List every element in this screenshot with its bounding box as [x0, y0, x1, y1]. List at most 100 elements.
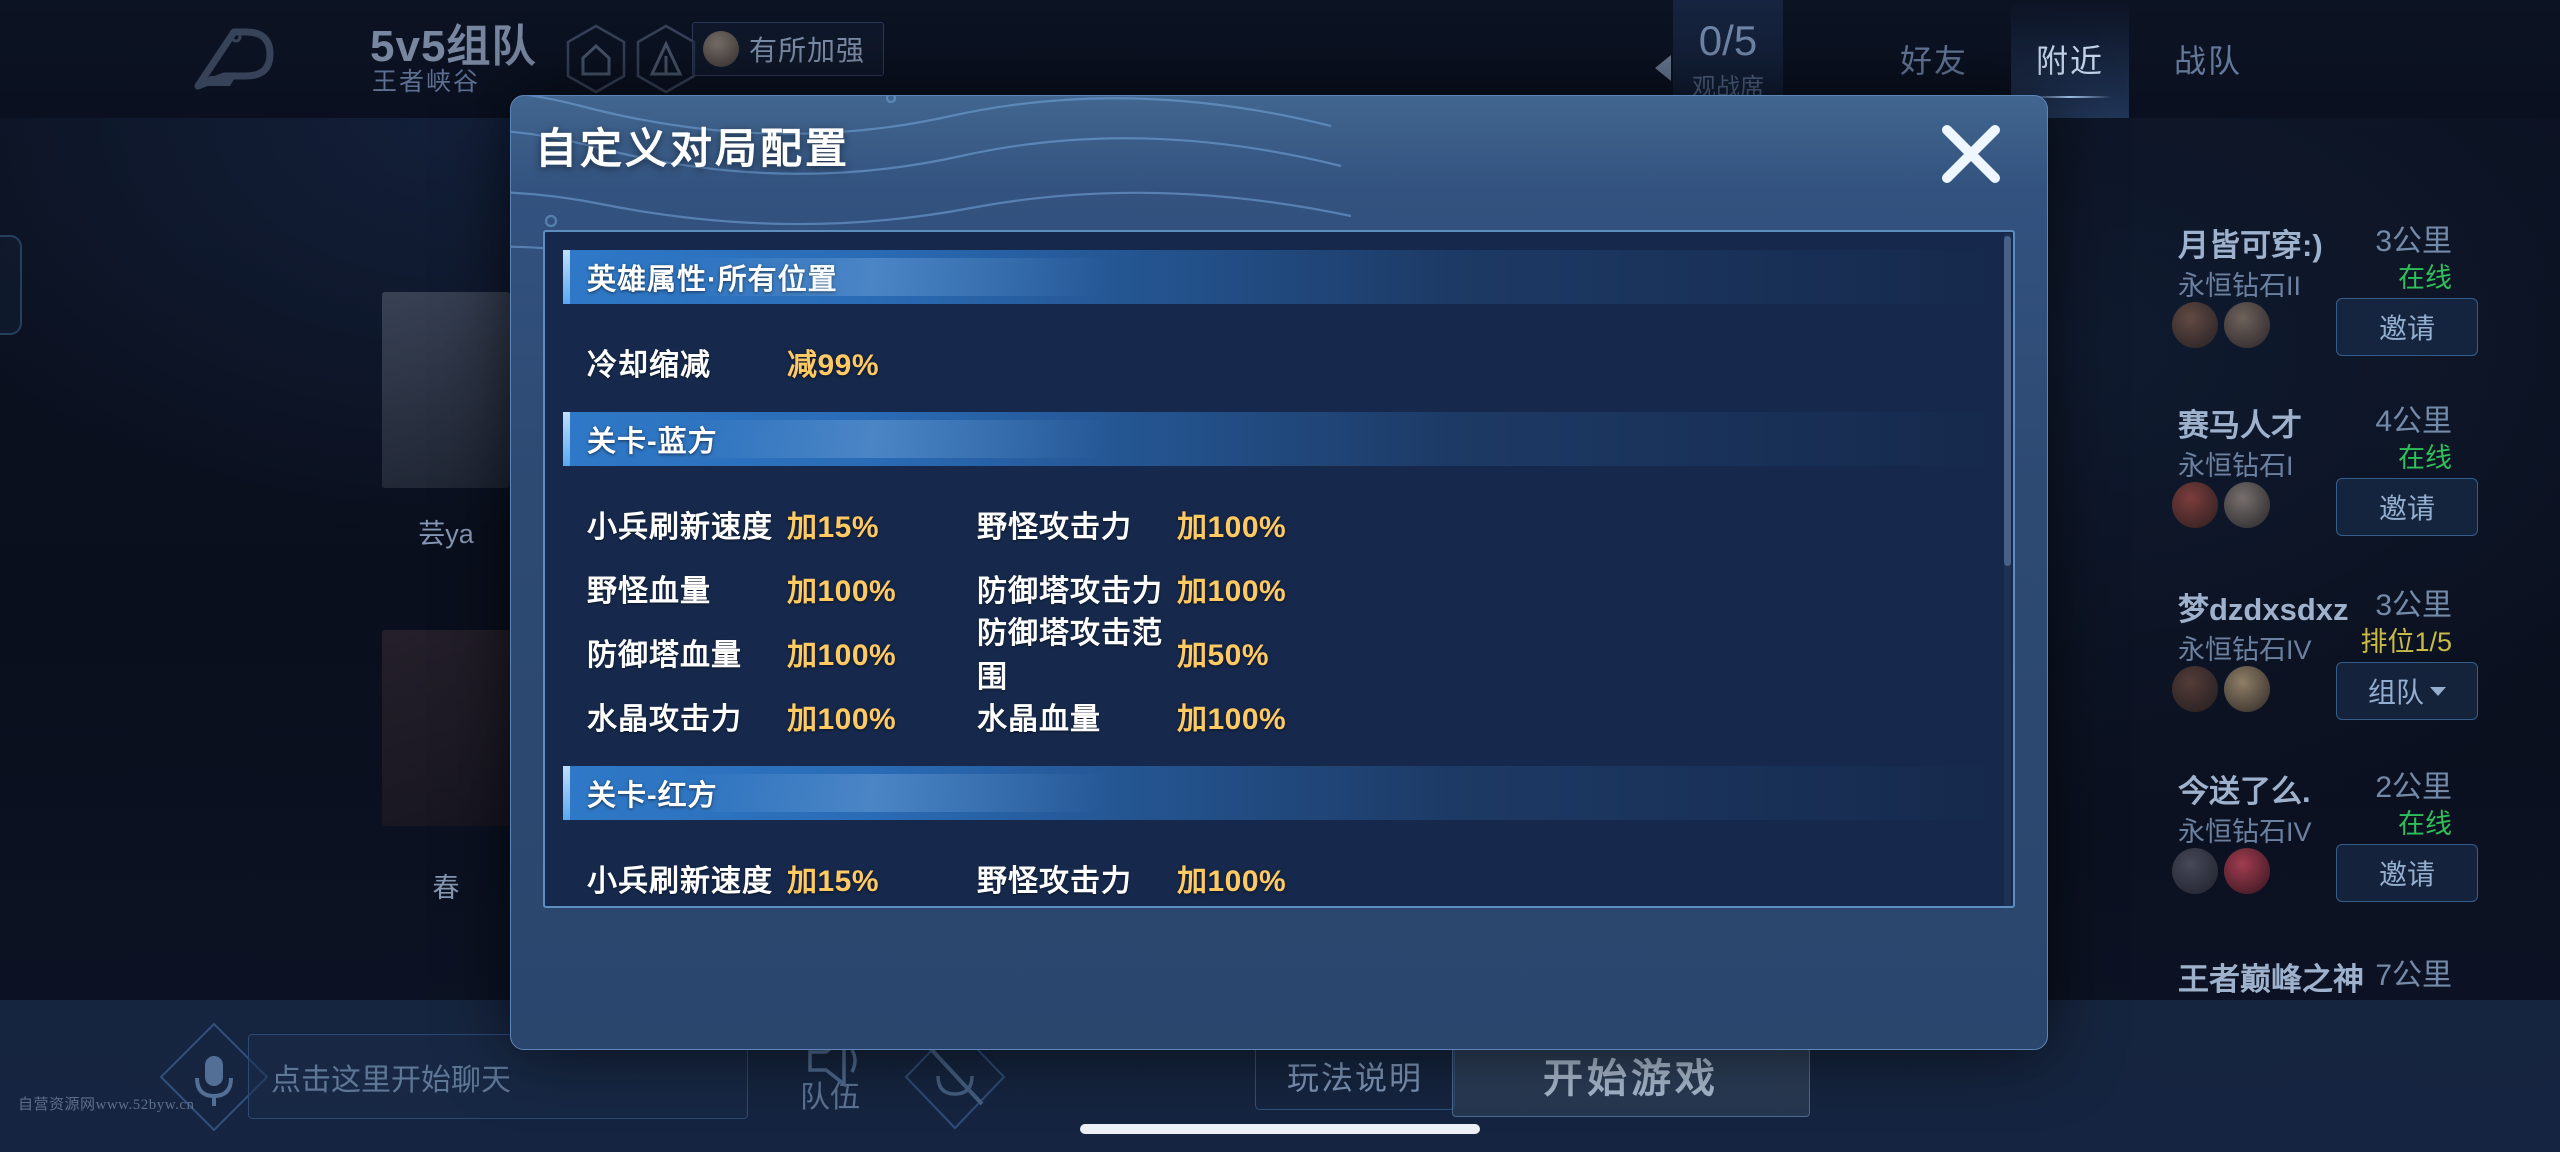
status-badge: 在线	[2398, 263, 2452, 293]
friend-distance: 3公里	[2375, 589, 2452, 622]
attribute-value: 加15%	[787, 865, 880, 898]
section-header-red-side: 关卡-红方	[563, 766, 1995, 820]
attribute-value: 加100%	[787, 575, 897, 608]
attribute-cell: 小兵刷新速度 加15%	[587, 856, 977, 900]
invite-button[interactable]: 邀请	[2336, 844, 2478, 902]
hero-card-name: 春	[432, 873, 460, 903]
attribute-cell: 防御塔攻击范围 加50%	[977, 608, 1269, 696]
friend-distance: 4公里	[2375, 405, 2452, 438]
app-root: 5v5组队 王者峡谷 有所加强 0/5 观战席 好友 附近 战队 芸ya 春 月…	[0, 0, 2560, 1152]
friend-hero-avatars	[2172, 302, 2270, 348]
table-row: 防御塔血量 加100% 防御塔攻击范围 加50%	[545, 617, 2013, 694]
attribute-value: 加100%	[787, 639, 897, 672]
attribute-key: 野怪攻击力	[977, 511, 1132, 544]
buff-avatar	[703, 31, 739, 67]
friend-name: 梦dzdxsdxz	[2178, 592, 2349, 627]
attribute-grid: 冷却缩减 减99%	[545, 304, 2013, 412]
attribute-key: 小兵刷新速度	[587, 511, 773, 544]
invite-button-label: 邀请	[2378, 313, 2435, 344]
friend-rank: 永恒钻石IV	[2178, 635, 2312, 665]
hero-card-name: 芸ya	[418, 519, 474, 549]
shine-decoration	[683, 774, 1103, 812]
attribute-value: 加100%	[1177, 703, 1287, 736]
buff-chip[interactable]: 有所加强	[692, 22, 885, 76]
attribute-cell: 水晶血量 加100%	[977, 694, 1286, 738]
shine-decoration	[683, 420, 1103, 458]
attribute-value: 减99%	[787, 349, 880, 382]
attribute-key: 防御塔攻击范围	[977, 617, 1163, 694]
scrollbar-thumb[interactable]	[2004, 236, 2011, 566]
table-row: 小兵刷新速度 加15% 野怪攻击力 加100%	[545, 492, 2013, 556]
slot-count: 0/5	[1698, 16, 1758, 64]
friend-hero-avatars	[2172, 666, 2270, 712]
hero-card[interactable]	[382, 630, 510, 826]
attribute-key: 冷却缩减	[587, 349, 711, 382]
mode-subtitle: 王者峡谷	[372, 68, 481, 96]
chevron-down-icon	[2430, 686, 2446, 696]
attribute-grid: 小兵刷新速度 加15% 野怪攻击力 加100% 野怪血量 加100% 防御塔攻击…	[545, 466, 2013, 766]
status-badge: 在线	[2398, 809, 2452, 839]
friend-distance: 7公里	[2375, 959, 2452, 992]
section-header-hero-attributes: 英雄属性·所有位置	[563, 250, 1995, 304]
friend-hero-avatars	[2172, 482, 2270, 528]
table-row: 野怪血量 加100% 防御塔攻击力 加100%	[545, 556, 2013, 620]
invite-button-label: 邀请	[2378, 493, 2435, 524]
friend-name: 赛马人才	[2178, 408, 2302, 443]
attribute-value: 加100%	[787, 703, 897, 736]
join-team-button[interactable]: 组队	[2336, 662, 2478, 720]
how-to-play-label: 玩法说明	[1286, 1060, 1423, 1096]
friend-name: 月皆可穿:)	[2178, 228, 2323, 263]
invite-button[interactable]: 邀请	[2336, 478, 2478, 536]
dialog-title: 自定义对局配置	[535, 125, 851, 172]
attribute-value: 加100%	[1177, 575, 1287, 608]
friend-distance: 2公里	[2375, 771, 2452, 804]
attribute-key: 水晶攻击力	[587, 703, 742, 736]
attribute-key: 野怪攻击力	[977, 865, 1132, 898]
close-icon[interactable]	[1935, 118, 2007, 190]
config-scroll-panel[interactable]: 英雄属性·所有位置 冷却缩减 减99% 关卡-蓝方 小兵刷新速度 加15% 野怪…	[543, 230, 2015, 908]
watermark: 自营资源网www.52byw.cn	[18, 1097, 195, 1113]
attribute-cell: 野怪血量 加100%	[587, 566, 977, 610]
join-team-button-label: 组队	[2367, 677, 2424, 708]
attribute-cell: 小兵刷新速度 加15%	[587, 502, 977, 546]
table-row: 冷却缩减 减99%	[545, 330, 2013, 394]
tent-icon[interactable]	[635, 24, 697, 94]
attribute-cell: 野怪攻击力 加100%	[977, 856, 1286, 900]
friend-rank: 永恒钻石IV	[2178, 817, 2312, 847]
attribute-key: 防御塔攻击力	[977, 575, 1163, 608]
back-arrow-icon[interactable]	[1655, 55, 1671, 81]
attribute-key: 小兵刷新速度	[587, 865, 773, 898]
friend-name: 王者巅峰之神	[2178, 962, 2364, 997]
tab-clan[interactable]: 战队	[2149, 0, 2267, 118]
hero-card[interactable]	[382, 292, 510, 488]
chat-input-placeholder: 点击这里开始聊天	[271, 1063, 511, 1097]
section-title: 关卡-蓝方	[587, 426, 718, 458]
attribute-value: 加50%	[1177, 639, 1270, 672]
attribute-cell: 水晶攻击力 加100%	[587, 694, 977, 738]
invite-button[interactable]: 邀请	[2336, 298, 2478, 356]
friend-name: 今送了么.	[2178, 774, 2311, 809]
attribute-value: 加15%	[787, 511, 880, 544]
invite-button-label: 邀请	[2378, 859, 2435, 890]
attribute-cell: 防御塔攻击力 加100%	[977, 566, 1286, 610]
table-row: 水晶攻击力 加100% 水晶血量 加100%	[545, 684, 2013, 748]
start-game-label: 开始游戏	[1543, 1057, 1719, 1101]
house-icon[interactable]	[565, 24, 627, 94]
friend-distance: 3公里	[2375, 225, 2452, 258]
game-mode-logo-icon	[194, 28, 274, 90]
status-badge: 在线	[2398, 443, 2452, 473]
home-indicator	[1080, 1124, 1480, 1134]
friend-rank: 永恒钻石II	[2178, 271, 2302, 301]
status-badge: 排位1/5	[2360, 627, 2452, 657]
attribute-grid: 小兵刷新速度 加15% 野怪攻击力 加100% 野怪血量 加100% 防御塔攻击…	[545, 820, 2013, 906]
friend-rank: 永恒钻石I	[2178, 451, 2294, 481]
attribute-key: 野怪血量	[587, 575, 711, 608]
config-content: 英雄属性·所有位置 冷却缩减 减99% 关卡-蓝方 小兵刷新速度 加15% 野怪…	[545, 232, 2013, 906]
how-to-play-button[interactable]: 玩法说明	[1255, 1042, 1455, 1110]
section-title: 关卡-红方	[587, 780, 718, 812]
table-row: 小兵刷新速度 加15% 野怪攻击力 加100%	[545, 846, 2013, 906]
attribute-key: 水晶血量	[977, 703, 1101, 736]
attribute-value: 加100%	[1177, 511, 1287, 544]
side-drawer-handle[interactable]	[0, 235, 22, 335]
attribute-cell: 野怪攻击力 加100%	[977, 502, 1286, 546]
